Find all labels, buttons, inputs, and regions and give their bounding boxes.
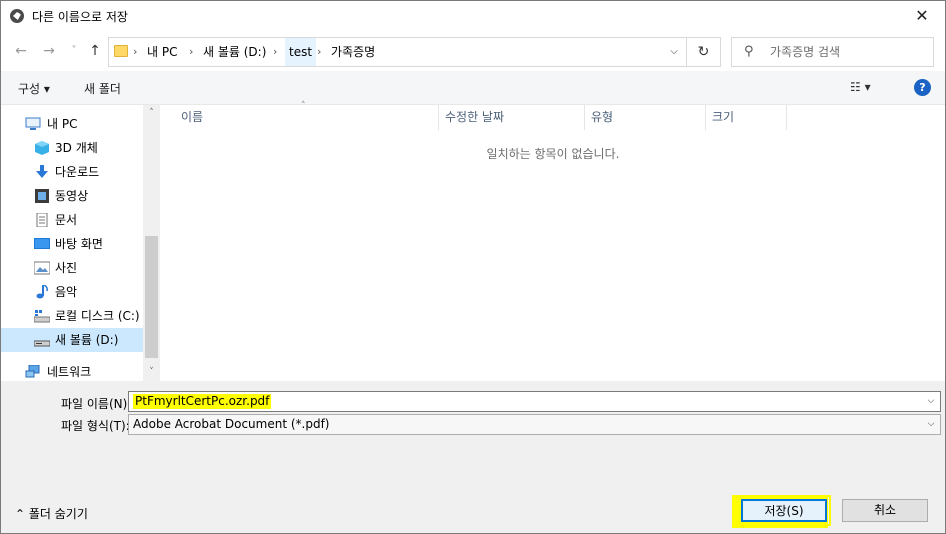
sidebar-item-label: 로컬 디스크 (C:) (55, 309, 140, 323)
back-button[interactable]: ← (10, 40, 32, 62)
sidebar-item-downloads[interactable]: 다운로드 (1, 160, 143, 184)
scrollbar-thumb[interactable] (145, 236, 158, 358)
network-icon (25, 365, 40, 378)
breadcrumb-separator[interactable]: › (317, 38, 321, 66)
scroll-up-arrow-icon[interactable]: ˄ (143, 105, 160, 122)
title-bar: 다른 이름으로 저장 ✕ (1, 1, 945, 31)
sidebar-item-label: 바탕 화면 (55, 237, 103, 251)
organize-menu[interactable]: 구성 ▾ (18, 80, 50, 97)
pictures-icon (34, 261, 50, 275)
sidebar-item-volume-d[interactable]: 새 볼륨 (D:) (1, 328, 143, 352)
column-header-date-modified[interactable]: 수정한 날짜 (439, 105, 585, 130)
navigation-bar: ← → ˅ ↑ › 내 PC › 새 볼륨 (D:) › test › 가족증명… (1, 31, 945, 71)
sidebar-item-documents[interactable]: 문서 (1, 208, 143, 232)
pc-icon (25, 117, 41, 130)
sidebar-item-my-pc[interactable]: 내 PC (1, 112, 143, 136)
filename-value[interactable]: PtFmyrltCertPc.ozr.pdf (133, 394, 272, 409)
up-button[interactable]: ↑ (84, 40, 106, 62)
filename-label-text: 파일 이름(N): (61, 397, 132, 411)
breadcrumb-my-pc[interactable]: 내 PC (147, 38, 177, 66)
music-icon (36, 285, 48, 299)
forward-button[interactable]: → (38, 40, 60, 62)
app-icon (10, 9, 24, 23)
document-icon (36, 213, 48, 227)
column-header-size[interactable]: 크기 (706, 105, 787, 130)
sidebar-item-label: 음악 (55, 285, 78, 299)
dialog-title: 다른 이름으로 저장 (32, 10, 128, 24)
hide-folders-button[interactable]: ⌃ 폴더 숨기기 (15, 505, 88, 522)
address-bar[interactable]: › 내 PC › 새 볼륨 (D:) › test › 가족증명 ⌵ ↻ (108, 37, 721, 67)
sidebar-item-label: 새 볼륨 (D:) (55, 333, 119, 347)
breadcrumb-volume-d[interactable]: 새 볼륨 (D:) (203, 38, 266, 66)
chevron-down-icon[interactable]: ⌵ (922, 392, 940, 411)
navigation-pane-scrollbar[interactable]: ˄ ˅ (143, 105, 160, 381)
drive-d-icon (34, 340, 50, 347)
view-options-button[interactable]: ☷ ▾ (850, 80, 871, 94)
filetype-select[interactable]: Adobe Acrobat Document (*.pdf) ⌵ (128, 414, 941, 435)
chevron-down-icon[interactable]: ⌵ (922, 415, 940, 434)
empty-folder-message: 일치하는 항목이 없습니다. (486, 147, 620, 161)
breadcrumb-separator[interactable]: › (189, 38, 193, 66)
save-button[interactable]: 저장(S) (737, 495, 831, 526)
desktop-icon (34, 238, 50, 249)
breadcrumb-test[interactable]: test (285, 38, 317, 66)
sidebar-item-label: 3D 개체 (55, 141, 98, 155)
sidebar-item-3d-objects[interactable]: 3D 개체 (1, 136, 143, 160)
search-box[interactable]: ⚲ (731, 37, 934, 67)
video-icon (35, 189, 49, 203)
recent-locations-button[interactable]: ˅ (63, 40, 85, 62)
sidebar-item-videos[interactable]: 동영상 (1, 184, 143, 208)
sidebar-item-desktop[interactable]: 바탕 화면 (1, 232, 143, 256)
breadcrumb-current-folder[interactable]: 가족증명 (331, 38, 375, 66)
sidebar-item-label: 내 PC (47, 117, 78, 131)
column-header-name[interactable]: 이름 (175, 105, 439, 130)
filetype-label: 파일 형식(T): (61, 419, 130, 433)
new-folder-button[interactable]: 새 폴더 (84, 80, 121, 97)
filename-field[interactable]: PtFmyrltCertPc.ozr.pdf ⌵ (128, 391, 941, 412)
navigation-pane: 내 PC 3D 개체 다운로드 동영상 문서 바탕 화면 사진 음악 로컬 디스… (1, 105, 161, 381)
sidebar-item-local-disk-c[interactable]: 로컬 디스크 (C:) (1, 304, 143, 328)
search-input[interactable] (770, 42, 930, 62)
sidebar-item-music[interactable]: 음악 (1, 280, 143, 304)
drive-c-icon (34, 310, 50, 323)
filetype-value[interactable]: Adobe Acrobat Document (*.pdf) (133, 417, 330, 432)
3d-objects-icon (35, 141, 49, 155)
search-icon: ⚲ (744, 44, 754, 59)
download-icon (36, 165, 48, 178)
refresh-button[interactable]: ↻ (686, 38, 720, 66)
save-as-dialog: 다른 이름으로 저장 ✕ ← → ˅ ↑ › 내 PC › 새 볼륨 (D:) … (0, 0, 946, 534)
column-header-type[interactable]: 유형 (585, 105, 706, 130)
file-list[interactable]: ˄ 이름 수정한 날짜 유형 크기 일치하는 항목이 없습니다. (161, 101, 945, 381)
command-toolbar: 구성 ▾ 새 폴더 ☷ ▾ ? (1, 71, 945, 105)
help-icon[interactable]: ? (914, 79, 931, 96)
filename-label: 파일 이름(N): (61, 395, 131, 412)
sidebar-item-label: 동영상 (55, 189, 89, 203)
sidebar-item-label: 문서 (55, 213, 78, 227)
cancel-button[interactable]: 취소 (842, 499, 928, 522)
address-history-dropdown[interactable]: ⌵ (662, 38, 686, 66)
scroll-down-arrow-icon[interactable]: ˅ (143, 364, 160, 381)
close-button[interactable]: ✕ (899, 1, 945, 31)
folder-icon (114, 45, 128, 57)
sidebar-item-label: 다운로드 (55, 165, 100, 179)
sidebar-item-label: 사진 (55, 261, 78, 275)
sidebar-item-pictures[interactable]: 사진 (1, 256, 143, 280)
breadcrumb-separator[interactable]: › (133, 38, 137, 66)
breadcrumb-separator[interactable]: › (273, 38, 277, 66)
